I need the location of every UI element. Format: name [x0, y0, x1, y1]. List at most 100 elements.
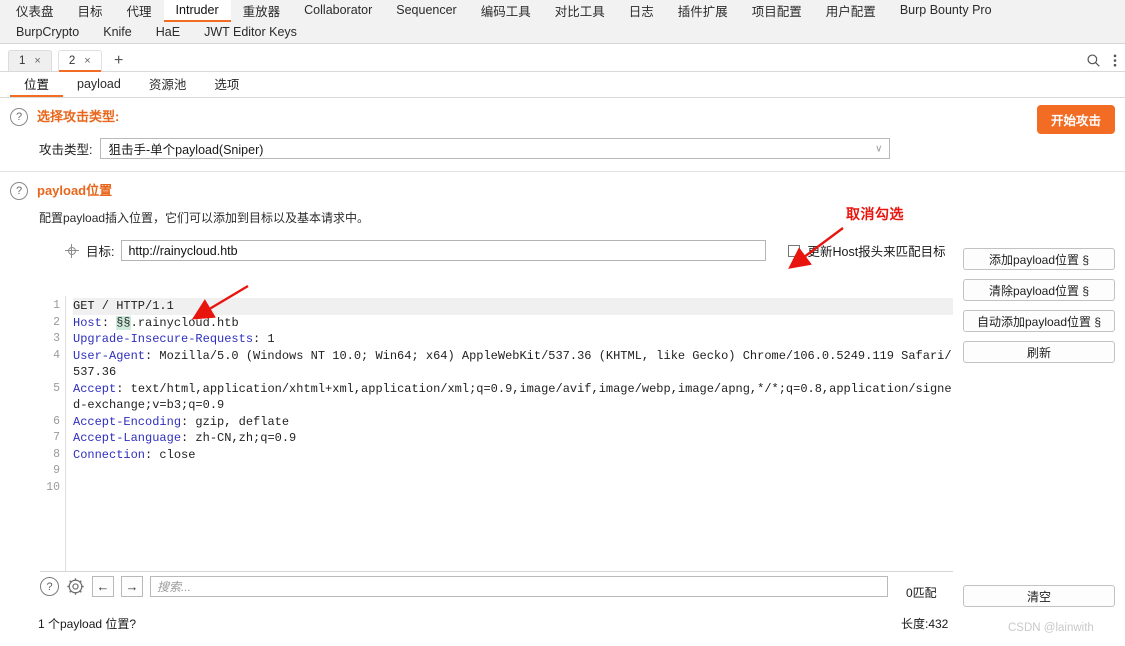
start-attack-button[interactable]: 开始攻击	[1036, 105, 1115, 134]
main-tab-label: Collaborator	[304, 3, 373, 17]
payload-positions-section: ? payload位置 配置payload插入位置，它们可以添加到目标以及基本请…	[0, 172, 1125, 261]
line-number: 6	[53, 414, 60, 428]
code-line: User-Agent: Mozilla/5.0 (Windows NT 10.0…	[73, 348, 952, 380]
request-editor[interactable]: 1 2 3 4 5 6 7 8 9 10 GET / HTTP/1.1 Host: §§.rai…	[40, 296, 953, 572]
sub-tab-2[interactable]: 资源池	[135, 72, 201, 97]
main-tab-10[interactable]: 插件扩展	[666, 0, 740, 22]
line-number-continuation	[40, 397, 65, 414]
update-host-header-row[interactable]: 更新Host报头来匹配目标	[788, 241, 946, 260]
sub-tab-3[interactable]: 选项	[200, 72, 253, 97]
search-input[interactable]	[150, 576, 888, 597]
main-tab-4[interactable]: 重放器	[231, 0, 293, 22]
payload-positions-body: 目标: 更新Host报头来匹配目标	[10, 240, 1115, 261]
tabstrip-actions	[1086, 53, 1117, 68]
main-tab-1[interactable]: 目标	[66, 0, 115, 22]
attack-type-field-row: 攻击类型: 狙击手-单个payload(Sniper) ∨	[39, 138, 1115, 159]
attack-type-header: ? 选择攻击类型:	[10, 107, 1115, 126]
main-tab-13[interactable]: Burp Bounty Pro	[888, 0, 1004, 22]
help-icon[interactable]: ?	[10, 182, 28, 200]
payload-positions-header: ? payload位置	[10, 181, 1115, 200]
main-tab-8[interactable]: 对比工具	[543, 0, 617, 22]
line-number: 2	[53, 315, 60, 329]
main-tab-9[interactable]: 日志	[617, 0, 666, 22]
main-tab-6[interactable]: Sequencer	[384, 0, 468, 22]
target-row: 目标:	[65, 240, 767, 261]
main-tab-label: 代理	[126, 4, 152, 19]
code-line: Upgrade-Insecure-Requests: 1	[73, 332, 275, 346]
crosshair-icon[interactable]	[65, 243, 79, 258]
search-next-button[interactable]: →	[121, 576, 143, 597]
main-tab-2[interactable]: HaE	[144, 22, 192, 44]
line-number: 1	[53, 299, 60, 312]
attack-type-label: 攻击类型:	[39, 143, 93, 157]
code-line: Accept: text/html,application/xhtml+xml,…	[73, 381, 952, 413]
attack-tab-2[interactable]: 2 ×	[57, 50, 102, 72]
line-number: 5	[53, 381, 60, 395]
payload-position-count: 1 个payload 位置?	[38, 617, 137, 631]
main-tab-label: 仪表盘	[16, 4, 54, 19]
main-tab-label: 插件扩展	[677, 4, 728, 19]
main-tab-2[interactable]: 代理	[115, 0, 164, 22]
main-tab-1[interactable]: Knife	[91, 22, 144, 44]
update-host-checkbox[interactable]	[788, 244, 801, 257]
line-number: 9	[53, 464, 60, 477]
target-and-options-row: 目标: 更新Host报头来匹配目标	[10, 240, 1115, 261]
line-number: 3	[53, 332, 60, 345]
side-button-3[interactable]: 刷新	[963, 341, 1115, 363]
search-prev-button[interactable]: ←	[92, 576, 114, 597]
main-tab-5[interactable]: Collaborator	[292, 0, 384, 22]
main-tab-label: 编码工具	[480, 4, 531, 19]
main-tab-0[interactable]: 仪表盘	[4, 0, 66, 22]
kebab-menu-icon[interactable]	[1113, 53, 1117, 68]
sub-tab-label: 资源池	[148, 78, 187, 92]
code-line: GET / HTTP/1.1	[73, 298, 953, 315]
main-tab-12[interactable]: 用户配置	[814, 0, 888, 22]
side-button-0[interactable]: 添加payload位置 §	[963, 248, 1115, 270]
code-line: Accept-Language: zh-CN,zh;q=0.9	[73, 431, 297, 445]
payload-positions-title: payload位置	[37, 183, 113, 198]
attack-tab-label: 1	[19, 55, 26, 67]
line-number: 4	[53, 348, 60, 362]
line-number: 7	[53, 431, 60, 444]
gear-icon[interactable]	[66, 577, 85, 596]
attack-type-select[interactable]: 狙击手-单个payload(Sniper) ∨	[100, 138, 891, 159]
sub-tab-0[interactable]: 位置	[10, 72, 64, 97]
main-tab-11[interactable]: 项目配置	[740, 0, 814, 22]
main-tab-label: 日志	[628, 4, 654, 19]
editor-code-content[interactable]: GET / HTTP/1.1 Host: §§.rainycloud.htb Upg…	[66, 296, 953, 571]
close-icon[interactable]: ×	[84, 55, 90, 67]
main-tab-label: BurpCrypto	[16, 25, 80, 39]
help-icon[interactable]: ?	[10, 108, 28, 126]
attack-tabs-container: 1 × 2 ×	[8, 50, 108, 72]
attack-tab-label: 2	[68, 55, 76, 67]
sub-tab-1[interactable]: payload	[63, 72, 135, 97]
search-icon[interactable]	[1086, 53, 1101, 68]
attack-type-title: 选择攻击类型:	[37, 109, 120, 124]
match-count-label: 0匹配	[906, 586, 937, 600]
main-tab-label: Burp Bounty Pro	[899, 3, 992, 17]
main-tab-0[interactable]: BurpCrypto	[4, 22, 91, 44]
main-tab-row-1: 仪表盘 目标 代理 Intruder 重放器 Collaborator Sequencer 编…	[4, 0, 1121, 22]
attack-type-section: ? 选择攻击类型: 开始攻击 攻击类型: 狙击手-单个payload(Snipe…	[0, 98, 1125, 172]
close-icon[interactable]: ×	[34, 55, 40, 67]
help-icon[interactable]: ?	[40, 577, 59, 596]
clear-button[interactable]: 清空	[963, 585, 1115, 607]
attack-tab-strip: 1 × 2 × +	[0, 44, 1125, 72]
target-input[interactable]	[121, 240, 767, 261]
attack-tab-1[interactable]: 1 ×	[8, 50, 52, 71]
main-tab-3[interactable]: Intruder	[163, 0, 231, 22]
main-tab-label: 项目配置	[751, 4, 802, 19]
main-tab-7[interactable]: 编码工具	[469, 0, 543, 22]
main-tab-label: 重放器	[242, 4, 281, 19]
main-tab-label: 目标	[77, 4, 103, 19]
side-button-2[interactable]: 自动添加payload位置 §	[963, 310, 1115, 332]
side-button-1[interactable]: 清除payload位置 §	[963, 279, 1115, 301]
attack-type-selected-value: 狙击手-单个payload(Sniper)	[108, 143, 264, 157]
burp-intruder-window: 仪表盘 目标 代理 Intruder 重放器 Collaborator Sequencer 编…	[0, 0, 1125, 646]
add-attack-tab-button[interactable]: +	[108, 50, 130, 71]
watermark: CSDN @lainwith	[1008, 622, 1094, 634]
main-tab-3[interactable]: JWT Editor Keys	[192, 22, 309, 44]
request-length-label: 长度:432	[901, 617, 949, 631]
sub-tab-label: 选项	[214, 78, 240, 92]
chevron-down-icon: ∨	[875, 143, 883, 154]
